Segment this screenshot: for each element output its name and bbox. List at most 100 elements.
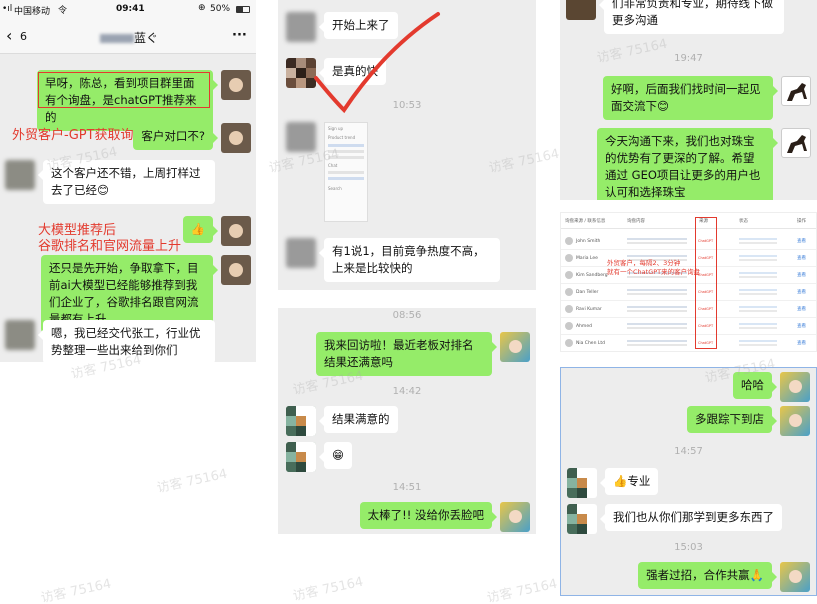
wifi-icon: 令 [58, 6, 68, 16]
watermark: 访客 75164 [155, 466, 229, 497]
view-button[interactable]: 查看 [797, 238, 806, 244]
contact-avatar [286, 122, 316, 152]
watermark: 访客 75164 [485, 576, 559, 604]
table-cell-status [739, 340, 777, 342]
image-message-line: Chat [328, 163, 338, 168]
chat-title-text: 蓝ぐ [134, 31, 159, 45]
view-button[interactable]: 查看 [797, 289, 806, 295]
message-bubble: 有1说1，目前竟争热度不高，上来是比较快的 [319, 238, 500, 282]
highlight-box [38, 72, 210, 108]
self-avatar [221, 255, 251, 285]
table-header-cell: 操作 [797, 219, 806, 224]
middle-bottom-chat-panel: 08:56 我来回访啦！最近老板对排名结果还满意吗 14:42 结果满意的 😁 … [278, 308, 536, 534]
status-time: 09:41 [116, 4, 145, 14]
inquiry-table-panel: 询盘来源 / 联系信息 询盘内容 来源 状态 操作 John Smith Chat… [560, 212, 817, 352]
message-bubble: 😁 [319, 442, 352, 469]
table-row[interactable]: John Smith ChatGPT 查看 [561, 233, 816, 250]
source-column-highlight [695, 217, 717, 349]
message-row: 们非常负责和专业，期待线下做更多沟通 [566, 0, 784, 34]
table-cell-name: Dan Teller [576, 290, 599, 295]
message-bubble: 结果满意的 [319, 406, 398, 433]
message-row: 哈哈 [733, 372, 810, 402]
avatar [565, 305, 573, 313]
table-cell-status [739, 306, 777, 308]
timestamp: 19:47 [674, 53, 703, 64]
view-button[interactable]: 查看 [797, 272, 806, 278]
table-row[interactable]: Ravi Kumar ChatGPT 查看 [561, 301, 816, 318]
right-top-chat-panel: 们非常负责和专业，期待线下做更多沟通 19:47 好啊，后面我们找时间一起见面交… [560, 0, 817, 200]
table-cell-name: Ravi Kumar [576, 307, 602, 312]
contact-avatar [567, 504, 597, 534]
battery-label: 50% [210, 4, 231, 14]
timestamp: 14:51 [392, 482, 422, 493]
table-cell-status [739, 289, 777, 291]
message-bubble: 强者过招，合作共赢🙏 [638, 562, 777, 589]
message-row: 结果满意的 [286, 406, 398, 436]
chat-title-redacted [100, 34, 134, 43]
table-cell-content [627, 289, 687, 291]
table-cell-content [627, 340, 687, 342]
avatar [565, 254, 573, 262]
image-message-line: Sign up [328, 126, 344, 131]
timestamp: 10:53 [392, 100, 422, 111]
view-button[interactable]: 查看 [797, 306, 806, 312]
contact-avatar [5, 320, 35, 350]
middle-top-chat-panel: 开始上来了 是真的快 10:53 Sign up Product trend C… [278, 0, 536, 290]
message-row: 我来回访啦！最近老板对排名结果还满意吗 [316, 332, 530, 376]
avatar [565, 237, 573, 245]
table-cell-name: John Smith [576, 239, 601, 244]
message-bubble: 👍 [182, 216, 219, 243]
message-row: 这个客户还不错，上周打样过去了已经😊 [5, 160, 215, 204]
table-cell-content [627, 238, 687, 240]
message-row: 多跟踪下到店 [687, 406, 810, 436]
avatar [565, 339, 573, 347]
message-row: 今天沟通下来，我们也对珠宝的优势有了更深的了解。希望通过 GEO项目让更多的用户… [597, 128, 811, 200]
table-row[interactable]: Nia Chen Ltd ChatGPT 查看 [561, 335, 816, 351]
horse-icon [787, 83, 807, 101]
table-header-cell: 询盘来源 / 联系信息 [565, 219, 606, 224]
contact-avatar [286, 12, 316, 42]
view-button[interactable]: 查看 [797, 255, 806, 261]
message-row: 嗯，我已经交代张工，行业优势整理一些出来给到你们 [5, 320, 215, 362]
message-bubble: 嗯，我已经交代张工，行业优势整理一些出来给到你们 [38, 320, 215, 362]
self-avatar [780, 406, 810, 436]
message-row: 太棒了!! 没给你丢脸吧 [359, 502, 530, 532]
table-row[interactable]: Ahmed ChatGPT 查看 [561, 318, 816, 335]
message-bubble: 太棒了!! 没给你丢脸吧 [359, 502, 498, 529]
self-avatar [781, 128, 811, 158]
timestamp: 14:57 [674, 446, 703, 457]
table-cell-status [739, 255, 777, 257]
table-row[interactable]: Maria Lee ChatGPT 查看 [561, 250, 816, 267]
message-row: 我们也从你们那学到更多东西了 [567, 504, 782, 534]
view-button[interactable]: 查看 [797, 340, 806, 346]
contact-avatar [567, 468, 597, 498]
message-row: 强者过招，合作共赢🙏 [638, 562, 810, 592]
contact-avatar [566, 0, 596, 20]
right-bottom-chat-panel: 哈哈 多跟踪下到店 14:57 👍专业 我们也从你们那学到更多东西了 15:03… [560, 367, 817, 596]
contact-avatar [5, 160, 35, 190]
more-button[interactable]: ··· [232, 28, 247, 43]
annotation-llm-line2: 谷歌排名和官网流量上升 [38, 239, 182, 254]
message-bubble: 今天沟通下来，我们也对珠宝的优势有了更深的了解。希望通过 GEO项目让更多的用户… [597, 128, 778, 200]
view-button[interactable]: 查看 [797, 323, 806, 329]
table-cell-status [739, 272, 777, 274]
message-bubble: 这个客户还不错，上周打样过去了已经😊 [38, 160, 215, 204]
chat-nav-bar: ‹ 6 蓝ぐ ··· [0, 18, 256, 54]
self-avatar [781, 76, 811, 106]
message-row: 客户对口不? [133, 123, 251, 153]
contact-avatar [286, 406, 316, 436]
message-row: 👍 [182, 216, 251, 246]
table-row[interactable]: Dan Teller ChatGPT 查看 [561, 284, 816, 301]
message-row: 有1说1，目前竟争热度不高，上来是比较快的 [286, 238, 500, 282]
annotation-inquiry: 外贸客户-GPT获取询盘 [12, 128, 147, 143]
avatar [565, 322, 573, 330]
table-cell-status [739, 238, 777, 240]
signal-icon: •ıl [2, 4, 13, 14]
status-bar: •ıl 中国移动 令 09:41 ⊕ 50% [0, 0, 256, 18]
left-chat-panel: •ıl 中国移动 令 09:41 ⊕ 50% ‹ 6 蓝ぐ ··· 早呀，陈总，… [0, 0, 256, 362]
timestamp: 08:56 [392, 310, 422, 321]
contact-avatar [286, 238, 316, 268]
message-bubble: 们非常负责和专业，期待线下做更多沟通 [599, 0, 784, 34]
back-button[interactable]: ‹ [6, 26, 12, 45]
self-avatar [780, 562, 810, 592]
